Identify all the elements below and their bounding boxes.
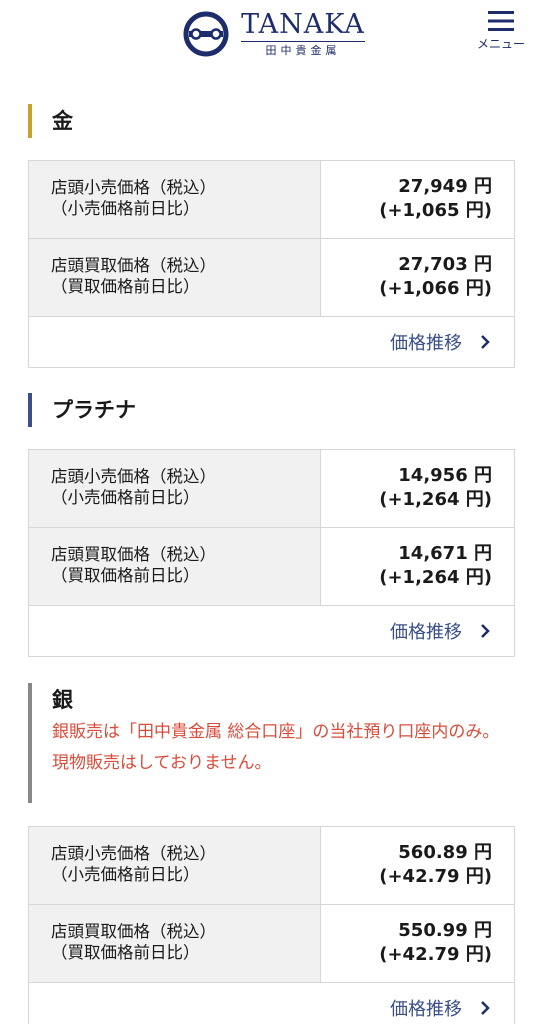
retail-label-sub: （小売価格前日比） [51, 488, 200, 507]
tanaka-logo-mark-icon [183, 11, 229, 57]
silver-buy-label: 店頭買取価格（税込） （買取価格前日比） [29, 905, 321, 982]
gold-trend-row: 価格推移 [29, 317, 514, 367]
silver-retail-row: 店頭小売価格（税込） （小売価格前日比） 560.89 円 (+42.79 円) [29, 827, 514, 905]
platinum-buy-price: 14,671 円 [398, 543, 492, 564]
platinum-buy-label: 店頭買取価格（税込） （買取価格前日比） [29, 528, 321, 605]
gold-retail-row: 店頭小売価格（税込） （小売価格前日比） 27,949 円 (+1,065 円) [29, 161, 514, 239]
buy-label-sub: （買取価格前日比） [51, 277, 200, 296]
platinum-price-trend-link[interactable]: 価格推移 [390, 618, 490, 644]
gold-section-heading: 金 [28, 104, 73, 138]
retail-label-main: 店頭小売価格（税込） [51, 178, 216, 197]
retail-label-sub: （小売価格前日比） [51, 199, 200, 218]
gold-price-trend-link[interactable]: 価格推移 [390, 329, 490, 355]
buy-label-sub: （買取価格前日比） [51, 566, 200, 585]
silver-retail-label: 店頭小売価格（税込） （小売価格前日比） [29, 827, 321, 904]
chevron-right-icon [481, 335, 490, 349]
silver-buy-row: 店頭買取価格（税込） （買取価格前日比） 550.99 円 (+42.79 円) [29, 905, 514, 983]
silver-notice-2: 現物販売はしておりません。 [52, 753, 272, 773]
silver-retail-change: (+42.79 円) [379, 866, 492, 887]
platinum-retail-label: 店頭小売価格（税込） （小売価格前日比） [29, 450, 321, 527]
tanaka-logo[interactable]: TANAKA 田中貴金属 [183, 10, 365, 58]
gold-title: 金 [52, 109, 73, 133]
silver-section-heading: 銀 銀販売は「田中貴金属 総合口座」の当社預り口座内のみ。 現物販売はしておりま… [28, 683, 522, 803]
gold-retail-change: (+1,065 円) [379, 200, 492, 221]
silver-price-table: 店頭小売価格（税込） （小売価格前日比） 560.89 円 (+42.79 円)… [28, 826, 515, 1024]
silver-buy-change: (+42.79 円) [379, 944, 492, 965]
hamburger-icon [488, 11, 514, 31]
silver-buy-value: 550.99 円 (+42.79 円) [321, 905, 514, 982]
platinum-retail-row: 店頭小売価格（税込） （小売価格前日比） 14,956 円 (+1,264 円) [29, 450, 514, 528]
buy-label-sub: （買取価格前日比） [51, 943, 200, 962]
silver-trend-row: 価格推移 [29, 983, 514, 1024]
gold-retail-value: 27,949 円 (+1,065 円) [321, 161, 514, 238]
site-header: TANAKA 田中貴金属 メニュー [0, 0, 542, 70]
gold-price-table: 店頭小売価格（税込） （小売価格前日比） 27,949 円 (+1,065 円)… [28, 160, 515, 368]
platinum-buy-row: 店頭買取価格（税込） （買取価格前日比） 14,671 円 (+1,264 円) [29, 528, 514, 606]
buy-label-main: 店頭買取価格（税込） [51, 545, 216, 564]
buy-label-main: 店頭買取価格（税込） [51, 922, 216, 941]
menu-button[interactable]: メニュー [470, 8, 532, 56]
gold-retail-price: 27,949 円 [398, 176, 492, 197]
silver-retail-price: 560.89 円 [398, 842, 492, 863]
silver-buy-price: 550.99 円 [398, 920, 492, 941]
platinum-retail-value: 14,956 円 (+1,264 円) [321, 450, 514, 527]
logo-divider [241, 41, 365, 42]
platinum-trend-row: 価格推移 [29, 606, 514, 656]
trend-link-label: 価格推移 [390, 333, 462, 354]
silver-notice-1: 銀販売は「田中貴金属 総合口座」の当社預り口座内のみ。 [52, 722, 500, 742]
menu-label: メニュー [476, 37, 525, 51]
platinum-buy-change: (+1,264 円) [379, 567, 492, 588]
gold-buy-value: 27,703 円 (+1,066 円) [321, 239, 514, 316]
chevron-right-icon [481, 1001, 490, 1015]
trend-link-label: 価格推移 [390, 999, 462, 1020]
platinum-retail-price: 14,956 円 [398, 465, 492, 486]
platinum-price-table: 店頭小売価格（税込） （小売価格前日比） 14,956 円 (+1,264 円)… [28, 449, 515, 657]
retail-label-sub: （小売価格前日比） [51, 865, 200, 884]
chevron-right-icon [481, 624, 490, 638]
buy-label-main: 店頭買取価格（税込） [51, 256, 216, 275]
platinum-title: プラチナ [52, 398, 136, 422]
platinum-buy-value: 14,671 円 (+1,264 円) [321, 528, 514, 605]
logo-text: TANAKA 田中貴金属 [241, 11, 365, 57]
logo-name: TANAKA [241, 9, 365, 40]
gold-buy-price: 27,703 円 [398, 254, 492, 275]
retail-label-main: 店頭小売価格（税込） [51, 844, 216, 863]
platinum-section-heading: プラチナ [28, 393, 136, 427]
silver-retail-value: 560.89 円 (+42.79 円) [321, 827, 514, 904]
silver-price-trend-link[interactable]: 価格推移 [390, 995, 490, 1021]
silver-title: 銀 [52, 688, 73, 712]
gold-buy-row: 店頭買取価格（税込） （買取価格前日比） 27,703 円 (+1,066 円) [29, 239, 514, 317]
retail-label-main: 店頭小売価格（税込） [51, 467, 216, 486]
logo-subtitle: 田中貴金属 [265, 44, 341, 57]
platinum-retail-change: (+1,264 円) [379, 489, 492, 510]
gold-retail-label: 店頭小売価格（税込） （小売価格前日比） [29, 161, 321, 238]
trend-link-label: 価格推移 [390, 622, 462, 643]
gold-buy-label: 店頭買取価格（税込） （買取価格前日比） [29, 239, 321, 316]
gold-buy-change: (+1,066 円) [379, 278, 492, 299]
